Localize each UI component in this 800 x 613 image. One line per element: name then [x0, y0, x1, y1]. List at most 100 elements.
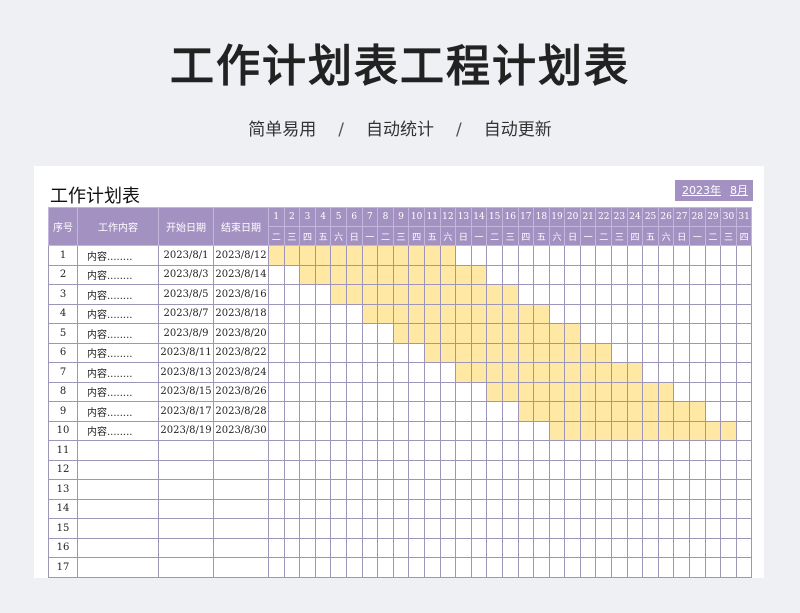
gantt-cell[interactable] [455, 440, 472, 461]
gantt-cell[interactable] [735, 342, 753, 363]
gantt-cell[interactable] [704, 537, 722, 558]
gantt-bar-cell[interactable] [564, 362, 581, 383]
year-month-selector[interactable]: 2023年 8月 [675, 180, 753, 201]
gantt-cell[interactable] [657, 459, 675, 480]
gantt-bar-cell[interactable] [564, 401, 581, 422]
gantt-cell[interactable] [704, 479, 722, 500]
gantt-bar-cell[interactable] [673, 401, 691, 422]
gantt-bar-cell[interactable] [564, 420, 581, 441]
gantt-cell[interactable] [314, 381, 332, 402]
gantt-cell[interactable] [299, 303, 316, 324]
start-date-cell[interactable] [158, 498, 214, 519]
gantt-bar-cell[interactable] [626, 381, 644, 402]
gantt-bar-cell[interactable] [595, 420, 613, 441]
end-date-cell[interactable]: 2023/8/22 [213, 342, 269, 363]
gantt-cell[interactable] [626, 342, 644, 363]
gantt-cell[interactable] [533, 518, 550, 539]
gantt-bar-cell[interactable] [392, 323, 410, 344]
gantt-cell[interactable] [704, 362, 722, 383]
gantt-cell[interactable] [268, 362, 285, 383]
gantt-cell[interactable] [735, 264, 753, 285]
gantt-cell[interactable] [626, 245, 644, 266]
gantt-cell[interactable] [626, 303, 644, 324]
gantt-cell[interactable] [361, 557, 379, 578]
gantt-bar-cell[interactable] [579, 362, 597, 383]
gantt-cell[interactable] [392, 479, 410, 500]
gantt-cell[interactable] [439, 518, 457, 539]
gantt-cell[interactable] [470, 381, 488, 402]
index-cell[interactable]: 17 [48, 557, 78, 578]
gantt-cell[interactable] [735, 537, 753, 558]
gantt-cell[interactable] [408, 557, 425, 578]
end-date-cell[interactable] [213, 498, 269, 519]
gantt-cell[interactable] [423, 498, 441, 519]
gantt-bar-cell[interactable] [345, 284, 363, 305]
gantt-bar-cell[interactable] [595, 342, 613, 363]
gantt-cell[interactable] [314, 459, 332, 480]
gantt-cell[interactable] [423, 537, 441, 558]
end-date-cell[interactable]: 2023/8/20 [213, 323, 269, 344]
gantt-cell[interactable] [657, 518, 675, 539]
gantt-cell[interactable] [439, 537, 457, 558]
gantt-cell[interactable] [314, 518, 332, 539]
gantt-bar-cell[interactable] [423, 284, 441, 305]
gantt-cell[interactable] [657, 362, 675, 383]
gantt-cell[interactable] [657, 342, 675, 363]
end-date-cell[interactable]: 2023/8/30 [213, 420, 269, 441]
gantt-cell[interactable] [673, 381, 691, 402]
start-date-cell[interactable]: 2023/8/1 [158, 245, 214, 266]
gantt-cell[interactable] [314, 479, 332, 500]
gantt-cell[interactable] [439, 557, 457, 578]
gantt-cell[interactable] [299, 284, 316, 305]
gantt-cell[interactable] [392, 557, 410, 578]
gantt-bar-cell[interactable] [470, 362, 488, 383]
gantt-cell[interactable] [345, 420, 363, 441]
gantt-cell[interactable] [704, 323, 722, 344]
gantt-cell[interactable] [283, 557, 301, 578]
gantt-cell[interactable] [533, 557, 550, 578]
gantt-cell[interactable] [642, 498, 659, 519]
task-cell[interactable] [77, 518, 159, 539]
gantt-cell[interactable] [704, 245, 722, 266]
index-cell[interactable]: 16 [48, 537, 78, 558]
gantt-bar-cell[interactable] [299, 245, 316, 266]
gantt-cell[interactable] [377, 557, 394, 578]
gantt-bar-cell[interactable] [626, 362, 644, 383]
gantt-cell[interactable] [361, 440, 379, 461]
gantt-cell[interactable] [314, 537, 332, 558]
gantt-cell[interactable] [299, 498, 316, 519]
gantt-cell[interactable] [268, 303, 285, 324]
gantt-cell[interactable] [408, 537, 425, 558]
gantt-cell[interactable] [361, 381, 379, 402]
gantt-bar-cell[interactable] [470, 264, 488, 285]
gantt-cell[interactable] [314, 303, 332, 324]
gantt-cell[interactable] [720, 557, 737, 578]
start-date-cell[interactable] [158, 537, 214, 558]
gantt-cell[interactable] [423, 420, 441, 441]
gantt-bar-cell[interactable] [517, 323, 535, 344]
gantt-cell[interactable] [564, 518, 581, 539]
gantt-bar-cell[interactable] [283, 245, 301, 266]
gantt-bar-cell[interactable] [423, 303, 441, 324]
gantt-cell[interactable] [657, 557, 675, 578]
gantt-cell[interactable] [673, 342, 691, 363]
gantt-cell[interactable] [330, 479, 347, 500]
task-cell[interactable] [77, 537, 159, 558]
gantt-cell[interactable] [611, 479, 628, 500]
gantt-cell[interactable] [657, 303, 675, 324]
gantt-cell[interactable] [579, 459, 597, 480]
gantt-cell[interactable] [595, 557, 613, 578]
gantt-cell[interactable] [704, 381, 722, 402]
gantt-cell[interactable] [439, 459, 457, 480]
index-cell[interactable]: 14 [48, 498, 78, 519]
month-value[interactable]: 8月 [730, 180, 748, 201]
gantt-cell[interactable] [517, 537, 535, 558]
gantt-cell[interactable] [595, 498, 613, 519]
gantt-cell[interactable] [330, 362, 347, 383]
gantt-cell[interactable] [377, 518, 394, 539]
gantt-cell[interactable] [720, 518, 737, 539]
gantt-cell[interactable] [299, 479, 316, 500]
start-date-cell[interactable] [158, 557, 214, 578]
gantt-bar-cell[interactable] [704, 420, 722, 441]
gantt-bar-cell[interactable] [423, 245, 441, 266]
